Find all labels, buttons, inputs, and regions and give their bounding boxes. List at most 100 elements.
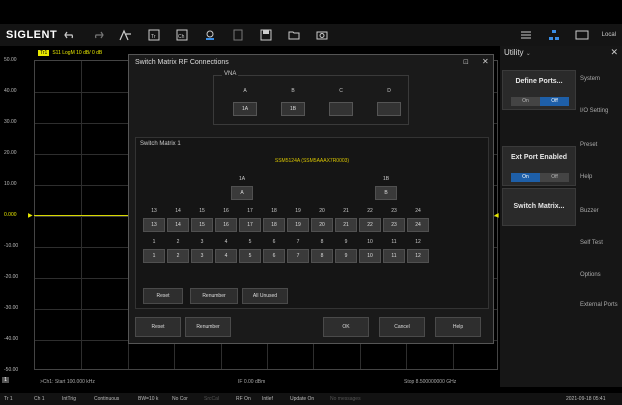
matrix-port-top[interactable]: 22 bbox=[359, 218, 381, 232]
menu-list-icon[interactable] bbox=[519, 28, 533, 42]
matrix-port-bottom[interactable]: 8 bbox=[311, 249, 333, 263]
side-item-io-setting[interactable]: I/O Setting bbox=[580, 108, 622, 114]
switch-matrix-button[interactable]: Switch Matrix... bbox=[502, 188, 576, 226]
reference-arrow-icon[interactable]: ▶ bbox=[28, 212, 33, 219]
y-tick-label: 10.00 bbox=[4, 181, 17, 187]
matrix-port-top[interactable]: 21 bbox=[335, 218, 357, 232]
side-item-buzzer[interactable]: Buzzer bbox=[580, 208, 622, 214]
brand-logo: SIGLENT bbox=[6, 29, 58, 41]
common-port-label: 1B bbox=[382, 176, 390, 182]
save-icon[interactable] bbox=[259, 28, 273, 42]
define-ports-box[interactable]: Define Ports... On Off bbox=[502, 70, 576, 110]
vna-port-d[interactable] bbox=[377, 102, 401, 116]
matrix-port-bottom[interactable]: 4 bbox=[215, 249, 237, 263]
status-srccal[interactable]: SrcCal bbox=[204, 396, 219, 402]
side-item-system[interactable]: System bbox=[580, 76, 622, 82]
matrix-port-bottom[interactable]: 5 bbox=[239, 249, 261, 263]
matrix-port-top[interactable]: 20 bbox=[311, 218, 333, 232]
matrix-port-label: 22 bbox=[367, 208, 373, 214]
matrix-reset-button[interactable]: Reset bbox=[143, 288, 183, 304]
common-port-b[interactable]: B bbox=[375, 186, 397, 200]
status-rf[interactable]: RF On bbox=[236, 396, 251, 402]
all-unused-button[interactable]: All Unused bbox=[242, 288, 288, 304]
matrix-port-bottom[interactable]: 3 bbox=[191, 249, 213, 263]
reset-button[interactable]: Reset bbox=[135, 317, 181, 337]
matrix-port-bottom[interactable]: 11 bbox=[383, 249, 405, 263]
redo-icon[interactable] bbox=[91, 28, 105, 42]
ext-port-box[interactable]: Ext Port Enabled On Off bbox=[502, 146, 576, 186]
marker-icon[interactable] bbox=[119, 28, 133, 42]
matrix-port-bottom[interactable]: 1 bbox=[143, 249, 165, 263]
open-folder-icon[interactable] bbox=[287, 28, 301, 42]
channel-new-icon[interactable]: Ch bbox=[175, 28, 189, 42]
define-ports-off[interactable]: Off bbox=[540, 97, 569, 106]
matrix-renumber-button[interactable]: Renumber bbox=[190, 288, 238, 304]
vna-port-b[interactable]: 1B bbox=[281, 102, 305, 116]
status-channel[interactable]: Ch 1 bbox=[34, 396, 45, 402]
side-item-preset[interactable]: Preset bbox=[580, 142, 622, 148]
camera-icon[interactable]: ⊡ bbox=[463, 58, 469, 66]
side-item-self-test[interactable]: Self Test bbox=[580, 240, 622, 246]
calibration-icon[interactable] bbox=[203, 28, 217, 42]
matrix-port-label: 15 bbox=[199, 208, 205, 214]
touchstone-icon[interactable] bbox=[231, 28, 245, 42]
trace-label[interactable]: Tr1 S11 LogM 10 dB/ 0 dB bbox=[38, 50, 102, 56]
trace-new-icon[interactable]: Tr bbox=[147, 28, 161, 42]
status-correction[interactable]: No Cor bbox=[172, 396, 188, 402]
vna-port-a[interactable]: 1A bbox=[233, 102, 257, 116]
dialog-close-icon[interactable]: ✕ bbox=[482, 57, 489, 66]
matrix-port-label: 7 bbox=[296, 239, 300, 245]
matrix-port-top[interactable]: 17 bbox=[239, 218, 261, 232]
panel-title[interactable]: Utility ⌄ bbox=[504, 48, 531, 57]
matrix-port-bottom[interactable]: 2 bbox=[167, 249, 189, 263]
matrix-port-bottom[interactable]: 7 bbox=[287, 249, 309, 263]
close-icon[interactable]: ✕ bbox=[610, 47, 618, 58]
help-button[interactable]: Help bbox=[435, 317, 481, 337]
side-item-external-ports[interactable]: External Ports bbox=[580, 302, 622, 308]
side-item-help[interactable]: Help bbox=[580, 174, 622, 180]
screenshot-icon[interactable] bbox=[315, 28, 329, 42]
matrix-port-top[interactable]: 14 bbox=[167, 218, 189, 232]
matrix-port-bottom[interactable]: 12 bbox=[407, 249, 429, 263]
matrix-port-bottom[interactable]: 6 bbox=[263, 249, 285, 263]
ext-port-off[interactable]: Off bbox=[540, 173, 569, 182]
status-trigger[interactable]: IntTrig bbox=[62, 396, 76, 402]
ext-port-toggle[interactable]: On Off bbox=[511, 173, 569, 182]
matrix-port-top[interactable]: 15 bbox=[191, 218, 213, 232]
define-ports-toggle[interactable]: On Off bbox=[511, 97, 569, 106]
matrix-port-label: 6 bbox=[272, 239, 276, 245]
start-frequency[interactable]: >Ch1: Start 100.000 kHz bbox=[40, 379, 95, 385]
ext-port-on[interactable]: On bbox=[511, 173, 540, 182]
matrix-port-top[interactable]: 13 bbox=[143, 218, 165, 232]
power-level[interactable]: IF 0.00 dBm bbox=[238, 379, 265, 385]
status-update[interactable]: Update On bbox=[290, 396, 314, 402]
status-bandwidth[interactable]: BW=10 k bbox=[138, 396, 158, 402]
vna-port-label: D bbox=[387, 88, 391, 94]
matrix-port-top[interactable]: 24 bbox=[407, 218, 429, 232]
matrix-port-top[interactable]: 16 bbox=[215, 218, 237, 232]
status-trace[interactable]: Tr 1 bbox=[4, 396, 13, 402]
define-ports-on[interactable]: On bbox=[511, 97, 540, 106]
matrix-port-top[interactable]: 18 bbox=[263, 218, 285, 232]
matrix-port-bottom[interactable]: 9 bbox=[335, 249, 357, 263]
stop-frequency[interactable]: Stop 8.500000000 GHz bbox=[404, 379, 456, 385]
undo-icon[interactable] bbox=[63, 28, 77, 42]
reference-arrow-right-icon: ◀ bbox=[494, 213, 499, 219]
matrix-port-label: 20 bbox=[319, 208, 325, 214]
keyboard-icon[interactable] bbox=[575, 28, 589, 42]
trace-tag: Tr1 bbox=[38, 50, 50, 56]
matrix-port-label: 21 bbox=[343, 208, 349, 214]
side-item-options[interactable]: Options bbox=[580, 272, 622, 278]
matrix-port-top[interactable]: 19 bbox=[287, 218, 309, 232]
matrix-port-top[interactable]: 23 bbox=[383, 218, 405, 232]
network-icon[interactable] bbox=[547, 28, 561, 42]
common-port-a[interactable]: A bbox=[231, 186, 253, 200]
vna-port-c[interactable] bbox=[329, 102, 353, 116]
cancel-button[interactable]: Cancel bbox=[379, 317, 425, 337]
status-reference[interactable]: Intlef bbox=[262, 396, 273, 402]
renumber-button[interactable]: Renumber bbox=[185, 317, 231, 337]
matrix-port-label: 14 bbox=[175, 208, 181, 214]
status-sweep-mode[interactable]: Continuous bbox=[94, 396, 119, 402]
matrix-port-bottom[interactable]: 10 bbox=[359, 249, 381, 263]
ok-button[interactable]: OK bbox=[323, 317, 369, 337]
